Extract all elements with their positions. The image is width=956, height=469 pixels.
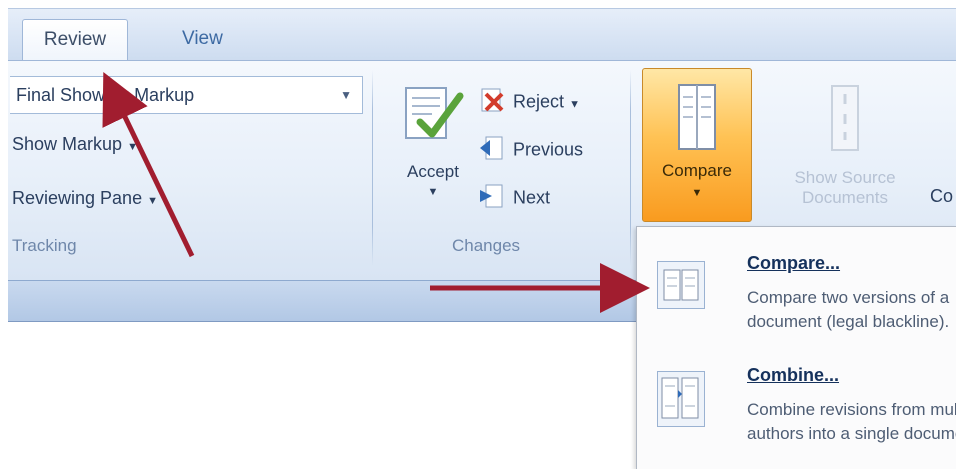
annotation-overlay: [102, 71, 650, 313]
screenshot: Review View Final Showing Markup ▼ Show …: [0, 0, 956, 469]
annotation-arrow: [102, 71, 195, 258]
